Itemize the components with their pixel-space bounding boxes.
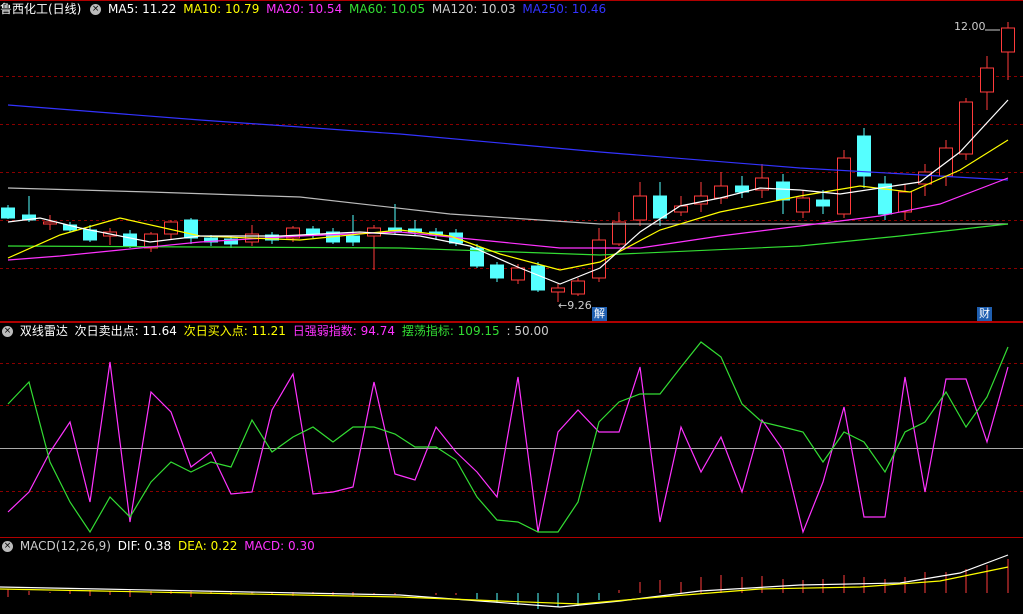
macd-toggle-icon[interactable]: × [2,541,13,552]
candle-body [1,207,15,219]
candle-body [1001,27,1015,53]
low-price-value: 9.26 [567,299,592,312]
candle-body [796,197,810,213]
macd-panel[interactable]: × MACD(12,26,9) DIF: 0.38 DEA: 0.22 MACD… [0,537,1023,614]
candle-body [612,221,626,245]
swing-index-value: 摆荡指标: 109.15 [401,324,500,338]
oscillator-name: 双线雷达 [19,324,68,338]
dea-value: DEA: 0.22 [177,539,238,553]
event-marker-cai[interactable]: 财 [977,307,992,321]
candlestick-chart [0,0,1023,322]
ma5-value: MA5: 11.22 [108,2,177,16]
strength-index-value: 日强弱指数: 94.74 [292,324,395,338]
candle-body [490,264,504,279]
price-panel[interactable]: 鲁西化工(日线) × MA5: 11.22 MA10: 10.79 MA20: … [0,0,1023,322]
sell-point-value: 次日卖出点: 11.64 [74,324,177,338]
candle-body [816,199,830,207]
candle-body [980,67,994,93]
candle-body [346,235,360,243]
ma60-value: MA60: 10.05 [349,2,426,16]
high-price-label: 12.00 [954,20,986,33]
oscillator-chart [0,322,1023,534]
dif-value: DIF: 0.38 [117,539,172,553]
midline-value: : 50.00 [506,324,549,338]
candle-body [653,195,667,219]
oscillator-header: × 双线雷达 次日卖出点: 11.64 次日买入点: 11.21 日强弱指数: … [0,322,552,340]
event-marker-jie[interactable]: 解 [592,307,607,321]
ma10-value: MA10: 10.79 [183,2,260,16]
dea-line [0,566,1009,605]
candle-body [592,239,606,279]
candle-body [898,191,912,213]
dif-line [0,554,1009,608]
macd-header: × MACD(12,26,9) DIF: 0.38 DEA: 0.22 MACD… [0,537,318,555]
settings-toggle-icon[interactable]: × [90,4,102,15]
ma120-value: MA120: 10.03 [431,2,516,16]
candle-body [857,135,871,177]
low-price-label: ←9.26 [558,299,592,312]
macd-value: MACD: 0.30 [244,539,315,553]
candle-body [633,195,647,221]
candle-body [551,287,565,293]
candle-body [43,221,57,225]
candle-body [837,157,851,215]
buy-point-value: 次日买入点: 11.21 [183,324,286,338]
macd-name: MACD(12,26,9) [19,539,111,553]
candle-body [511,267,525,281]
candle-body [123,233,137,247]
candle-body [306,228,320,235]
ma20-value: MA20: 10.54 [266,2,343,16]
candle-body [776,181,790,201]
oscillator-panel[interactable]: × 双线雷达 次日卖出点: 11.64 次日买入点: 11.21 日强弱指数: … [0,322,1023,537]
price-header: 鲁西化工(日线) × MA5: 11.22 MA10: 10.79 MA20: … [0,0,609,18]
candle-body [531,265,545,291]
strength-index-line [7,361,1009,534]
panel-toggle-icon[interactable]: × [2,326,13,337]
candle-body [571,280,585,295]
ma250-value: MA250: 10.46 [522,2,607,16]
stock-title: 鲁西化工(日线) [0,2,82,16]
